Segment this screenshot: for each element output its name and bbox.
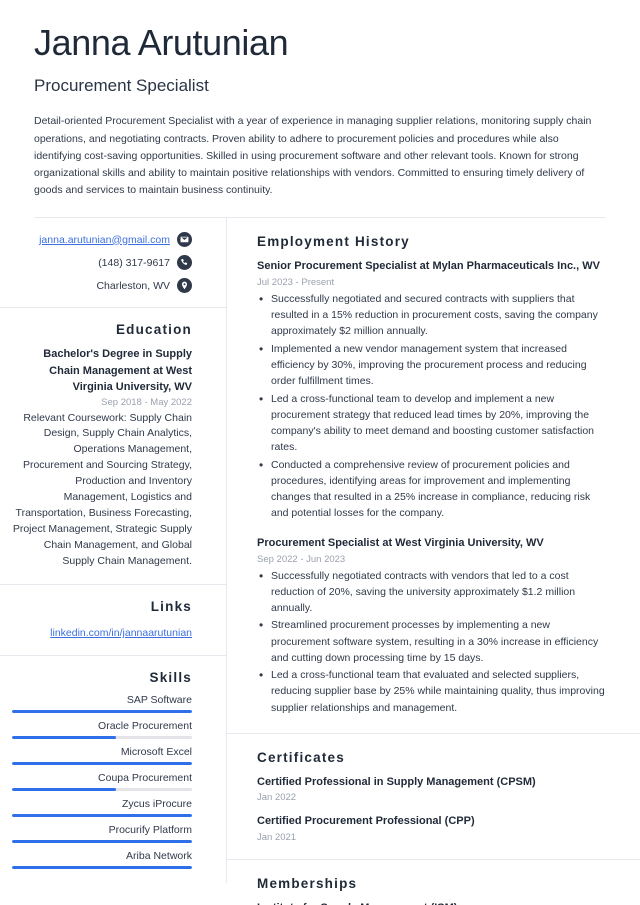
certificate-date: Jan 2022 — [257, 792, 297, 804]
skill-name: Oracle Procurement — [98, 720, 192, 733]
education-section-title: Education — [115, 322, 192, 338]
education-degree: Bachelor's Degree in Supply Chain Manage… — [43, 348, 192, 394]
skill-track — [12, 814, 192, 818]
contact-email-row[interactable]: janna.arutunian@gmail.com — [12, 232, 192, 248]
job-bullet: Led a cross-functional team to develop a… — [257, 390, 606, 456]
skill-name: Zycus iProcure — [121, 798, 192, 811]
education-description: Relevant Coursework: Supply Chain Design… — [12, 411, 192, 568]
skill-fill — [12, 788, 117, 792]
right-column: Employment History Senior Procurement Sp… — [227, 218, 640, 905]
location-value: Charleston, WV — [96, 279, 170, 292]
resume-body: janna.arutunian@gmail.com (148) 317-9617… — [0, 218, 640, 905]
skill-name: Ariba Network — [126, 850, 192, 863]
certificate-name: Certified Procurement Professional (CPP) — [257, 815, 475, 828]
job-heading: Senior Procurement Specialist at Mylan P… — [257, 260, 600, 273]
skill-item: Procurify Platform — [12, 824, 192, 844]
email-value[interactable]: janna.arutunian@gmail.com — [39, 234, 170, 246]
phone-value: (148) 317-9617 — [98, 256, 170, 269]
skill-item: Microsoft Excel — [12, 746, 192, 766]
skill-fill — [12, 762, 192, 766]
map-pin-icon — [177, 278, 192, 294]
contact-phone-row[interactable]: (148) 317-9617 — [12, 255, 192, 271]
job-title: Procurement Specialist — [34, 76, 209, 96]
resume-page: Janna Arutunian Procurement Specialist D… — [0, 0, 640, 905]
employment-section-title: Employment History — [257, 234, 410, 250]
certificate-date: Jan 2021 — [257, 831, 297, 843]
memberships-section-title: Memberships — [257, 875, 358, 891]
job-date: Jul 2023 - Present — [257, 276, 335, 288]
skill-item: Oracle Procurement — [12, 720, 192, 740]
skill-track — [12, 736, 192, 740]
education-block: Education Bachelor's Degree in Supply Ch… — [0, 308, 226, 586]
skill-item: Ariba Network — [12, 850, 192, 870]
job-bullet: Successfully negotiated contracts with v… — [257, 567, 606, 617]
envelope-icon — [177, 232, 192, 248]
skill-track — [12, 762, 192, 766]
resume-header: Janna Arutunian Procurement Specialist D… — [0, 0, 640, 219]
skills-block: Skills SAP Software Oracle Procurement M… — [0, 656, 226, 883]
certificate-entry: Certified Professional in Supply Managem… — [257, 775, 606, 803]
education-date: Sep 2018 - May 2022 — [101, 396, 192, 408]
skill-name: SAP Software — [126, 694, 192, 707]
job-bullet: Conducted a comprehensive review of proc… — [257, 456, 606, 522]
education-entry: Bachelor's Degree in Supply Chain Manage… — [12, 346, 192, 570]
job-bullet: Led a cross-functional team that evaluat… — [257, 666, 606, 716]
membership-name: Institute for Supply Management (ISM) — [257, 901, 606, 905]
full-name: Janna Arutunian — [34, 22, 289, 63]
job-date: Sep 2022 - Jun 2023 — [257, 553, 346, 565]
skill-item: Zycus iProcure — [12, 798, 192, 818]
memberships-block: Memberships Institute for Supply Managem… — [227, 860, 640, 905]
employment-block: Employment History Senior Procurement Sp… — [227, 218, 640, 734]
link-item-linkedin[interactable]: linkedin.com/in/jannaarutunian — [50, 627, 192, 639]
skill-item: SAP Software — [12, 694, 192, 714]
certificates-block: Certificates Certified Professional in S… — [227, 734, 640, 860]
job-entry: Senior Procurement Specialist at Mylan P… — [257, 259, 606, 522]
skill-track — [12, 866, 192, 870]
skill-fill — [12, 840, 192, 844]
certificates-section-title: Certificates — [257, 750, 345, 765]
skill-fill — [12, 814, 192, 818]
left-column: janna.arutunian@gmail.com (148) 317-9617… — [0, 218, 227, 884]
links-section-title: Links — [150, 599, 192, 615]
phone-icon — [177, 255, 192, 271]
job-heading: Procurement Specialist at West Virginia … — [257, 536, 544, 549]
job-bullet: Streamlined procurement processes by imp… — [257, 616, 606, 666]
certificate-name: Certified Professional in Supply Managem… — [257, 776, 536, 788]
job-bullet: Implemented a new vendor management syst… — [257, 340, 606, 390]
professional-summary: Detail-oriented Procurement Specialist w… — [34, 115, 592, 196]
skill-item: Coupa Procurement — [12, 772, 192, 792]
skill-track — [12, 710, 192, 714]
skill-name: Coupa Procurement — [98, 772, 192, 785]
skill-track — [12, 840, 192, 844]
skill-fill — [12, 736, 117, 740]
skill-track — [12, 788, 192, 792]
links-block: Links linkedin.com/in/jannaarutunian — [0, 585, 226, 657]
skill-fill — [12, 866, 192, 870]
job-bullet-list: Successfully negotiated contracts with v… — [257, 567, 606, 716]
job-bullet-list: Successfully negotiated and secured cont… — [257, 290, 606, 522]
skill-name: Microsoft Excel — [120, 746, 192, 759]
contact-location-row[interactable]: Charleston, WV — [12, 278, 192, 294]
job-entry: Procurement Specialist at West Virginia … — [257, 536, 606, 716]
skill-fill — [12, 710, 192, 714]
certificate-entry: Certified Procurement Professional (CPP)… — [257, 814, 606, 842]
skills-section-title: Skills — [149, 670, 192, 686]
contact-block: janna.arutunian@gmail.com (148) 317-9617… — [0, 218, 226, 309]
job-bullet: Successfully negotiated and secured cont… — [257, 290, 606, 340]
skill-name: Procurify Platform — [108, 824, 192, 837]
